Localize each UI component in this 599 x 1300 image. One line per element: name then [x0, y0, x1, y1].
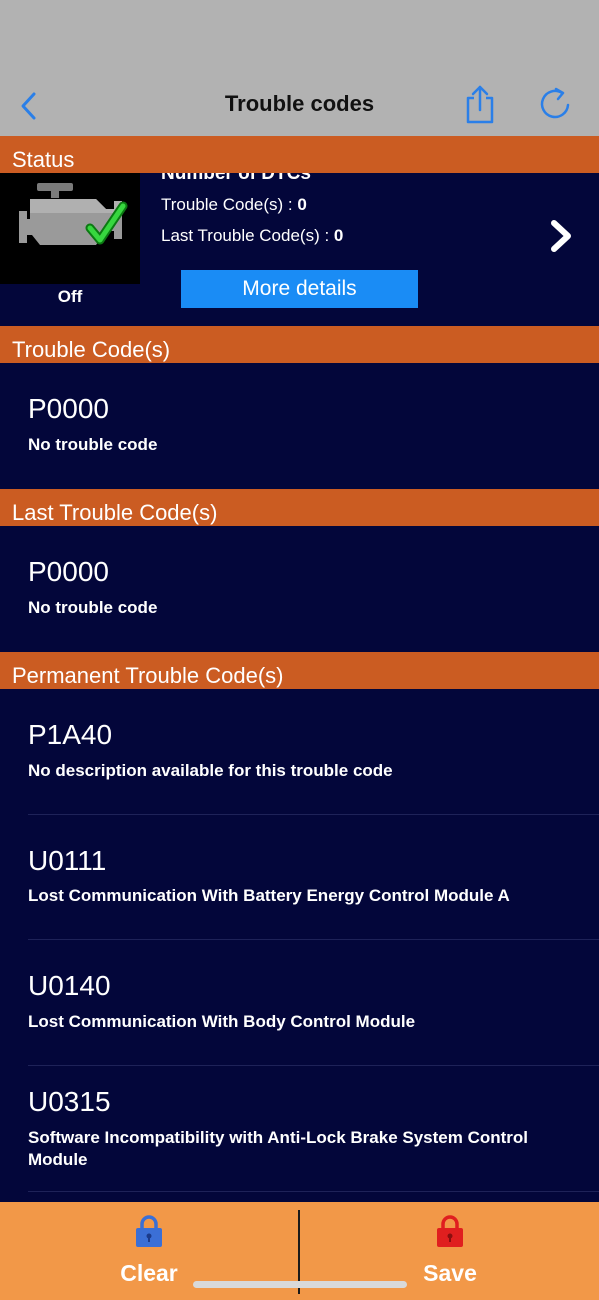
last-trouble-code-description: No trouble code: [28, 598, 158, 617]
page-title: Trouble codes: [224, 91, 375, 116]
trouble-code-count: Trouble Code(s) : 0: [161, 195, 307, 215]
permanent-trouble-code-item[interactable]: P1A40 No description available for this …: [0, 689, 599, 815]
permanent-trouble-code-description: Lost Communication With Battery Energy C…: [28, 886, 510, 905]
last-trouble-code: P0000: [28, 556, 109, 587]
share-button[interactable]: [462, 84, 498, 126]
last-trouble-code-count: Last Trouble Code(s) : 0: [161, 226, 343, 246]
permanent-trouble-code: U0315: [28, 1086, 111, 1117]
trouble-code: P0000: [28, 393, 109, 424]
last-trouble-code-count-value: 0: [333, 226, 344, 245]
permanent-trouble-code-description: Lost Communication With Body Control Mod…: [28, 1012, 416, 1031]
permanent-trouble-code-item[interactable]: U0315 Software Incompatibility with Anti…: [0, 1066, 599, 1192]
last-trouble-code-count-label: Last Trouble Code(s) :: [161, 226, 334, 245]
permanent-trouble-code: P1A40: [28, 719, 113, 750]
status-detail-chevron[interactable]: [544, 217, 578, 255]
dtc-count-title: Number of DTCs: [161, 173, 311, 184]
permanent-trouble-code: U0140: [28, 970, 111, 1001]
check-engine-icon: [19, 183, 128, 245]
refresh-icon: [540, 87, 570, 119]
permanent-trouble-codes-section-header: Permanent Trouble Code(s): [0, 652, 599, 689]
engine-status-box: [0, 173, 140, 284]
trouble-code-count-label: Trouble Code(s) :: [161, 195, 298, 214]
permanent-trouble-code-description: Software Incompatibility with Anti-Lock …: [28, 1128, 528, 1169]
permanent-trouble-code: U0111: [28, 845, 107, 876]
last-trouble-code-item[interactable]: P0000 No trouble code: [0, 526, 599, 652]
more-details-button[interactable]: More details: [181, 270, 418, 308]
lock-icon: [136, 1215, 162, 1247]
engine-state-label: Off: [57, 287, 83, 306]
lock-icon: [437, 1215, 463, 1247]
navigation-bar: Trouble codes: [0, 0, 599, 136]
status-panel[interactable]: Off Number of DTCs Trouble Code(s) : 0 L…: [0, 173, 599, 325]
last-trouble-codes-section-header: Last Trouble Code(s): [0, 489, 599, 526]
permanent-trouble-code-item[interactable]: U0140 Lost Communication With Body Contr…: [0, 940, 599, 1066]
list-divider: [28, 1191, 599, 1192]
trouble-codes-section-header: Trouble Code(s): [0, 326, 599, 363]
home-indicator[interactable]: [193, 1281, 407, 1288]
permanent-trouble-code-description: No description available for this troubl…: [28, 761, 393, 780]
permanent-trouble-code-item[interactable]: U0111 Lost Communication With Battery En…: [0, 815, 599, 940]
trouble-code-description: No trouble code: [28, 435, 158, 454]
trouble-code-count-value: 0: [297, 195, 307, 214]
chevron-right-icon: [551, 220, 571, 252]
status-section-header: Status: [0, 136, 599, 173]
refresh-button[interactable]: [536, 86, 574, 124]
share-icon: [466, 85, 494, 124]
trouble-code-item[interactable]: P0000 No trouble code: [0, 363, 599, 489]
